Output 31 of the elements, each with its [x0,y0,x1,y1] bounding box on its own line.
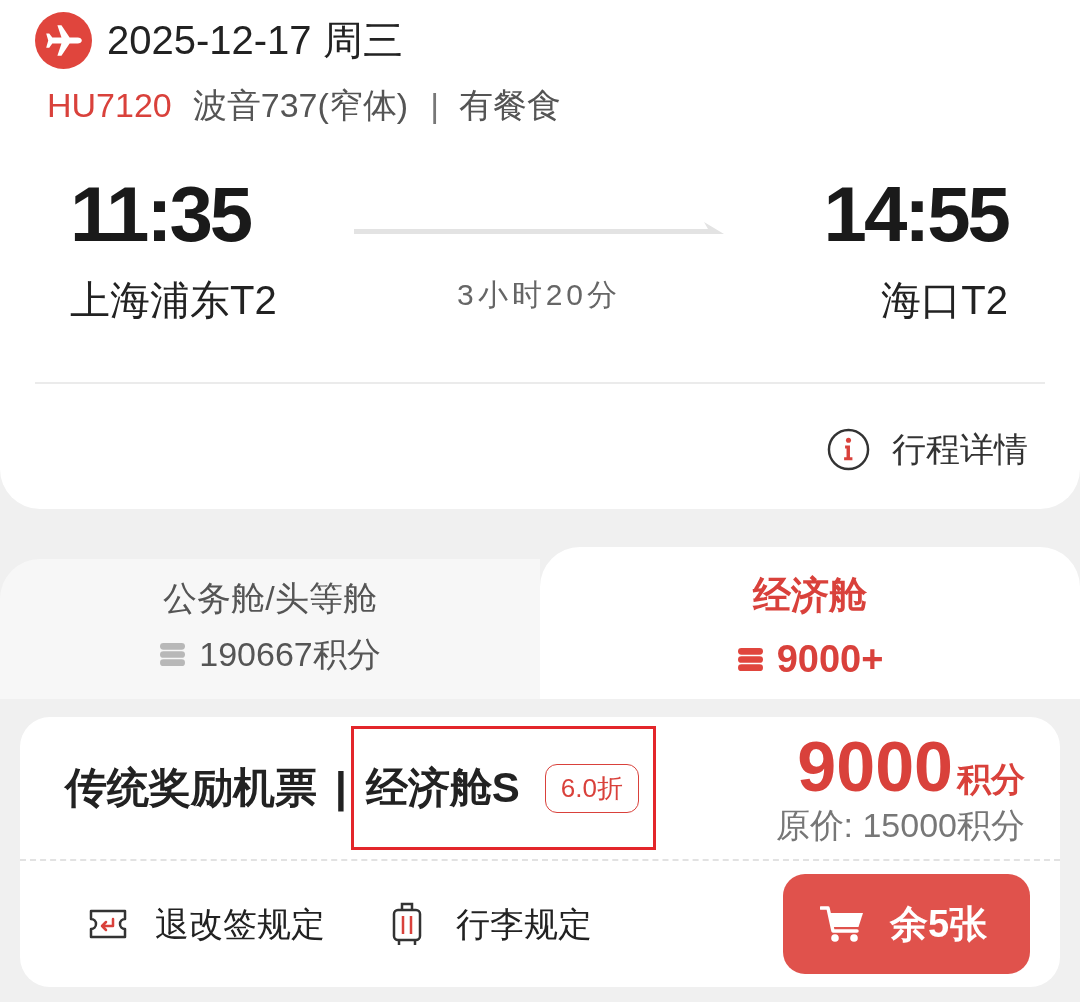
flight-number: HU7120 [47,85,172,126]
flight-date: 2025-12-17 周三 [107,17,403,64]
meal-info: 有餐食 [458,85,561,126]
airplane-icon [35,12,92,69]
aircraft-type: 波音737(窄体) [192,85,409,126]
coin-stack-icon [159,641,187,667]
cart-icon [820,904,864,944]
suitcase-icon [392,902,422,946]
price-unit: 积分 [957,758,1025,800]
flight-duration: 3小时20分 [455,277,623,313]
info-icon [827,427,870,471]
cabin-tab[interactable]: 经济舱 9000+ [540,547,1080,699]
discount-badge: 6.0折 [544,763,639,813]
departure-airport: 上海浦东T2 [70,277,278,323]
cabin-class-text: 经济舱S [365,763,520,813]
baggage-rules-link[interactable]: 行李规定 [392,902,592,946]
refund-rules-link[interactable]: 退改签规定 [88,902,325,946]
points-amount: 9000+ [776,637,884,681]
price-value: 9000 [797,731,953,802]
separator-text: | [430,85,439,126]
arrival-time: 14:55 [822,175,1008,253]
fare-type-text: 传统奖励机票 [65,763,317,813]
separator-text: | [335,763,347,813]
arrival-airport: 海口T2 [880,277,1008,323]
book-button[interactable]: 余5张 [783,874,1030,974]
departure-time: 11:35 [70,175,252,253]
cabin-tab[interactable]: 公务舱/头等舱 190667积分 [0,559,540,699]
itinerary-details-link[interactable]: 行程详情 [827,427,1028,471]
points-amount: 190667积分 [199,634,381,675]
coin-stack-icon [736,646,764,672]
original-price: 原价: 15000积分 [775,804,1025,845]
